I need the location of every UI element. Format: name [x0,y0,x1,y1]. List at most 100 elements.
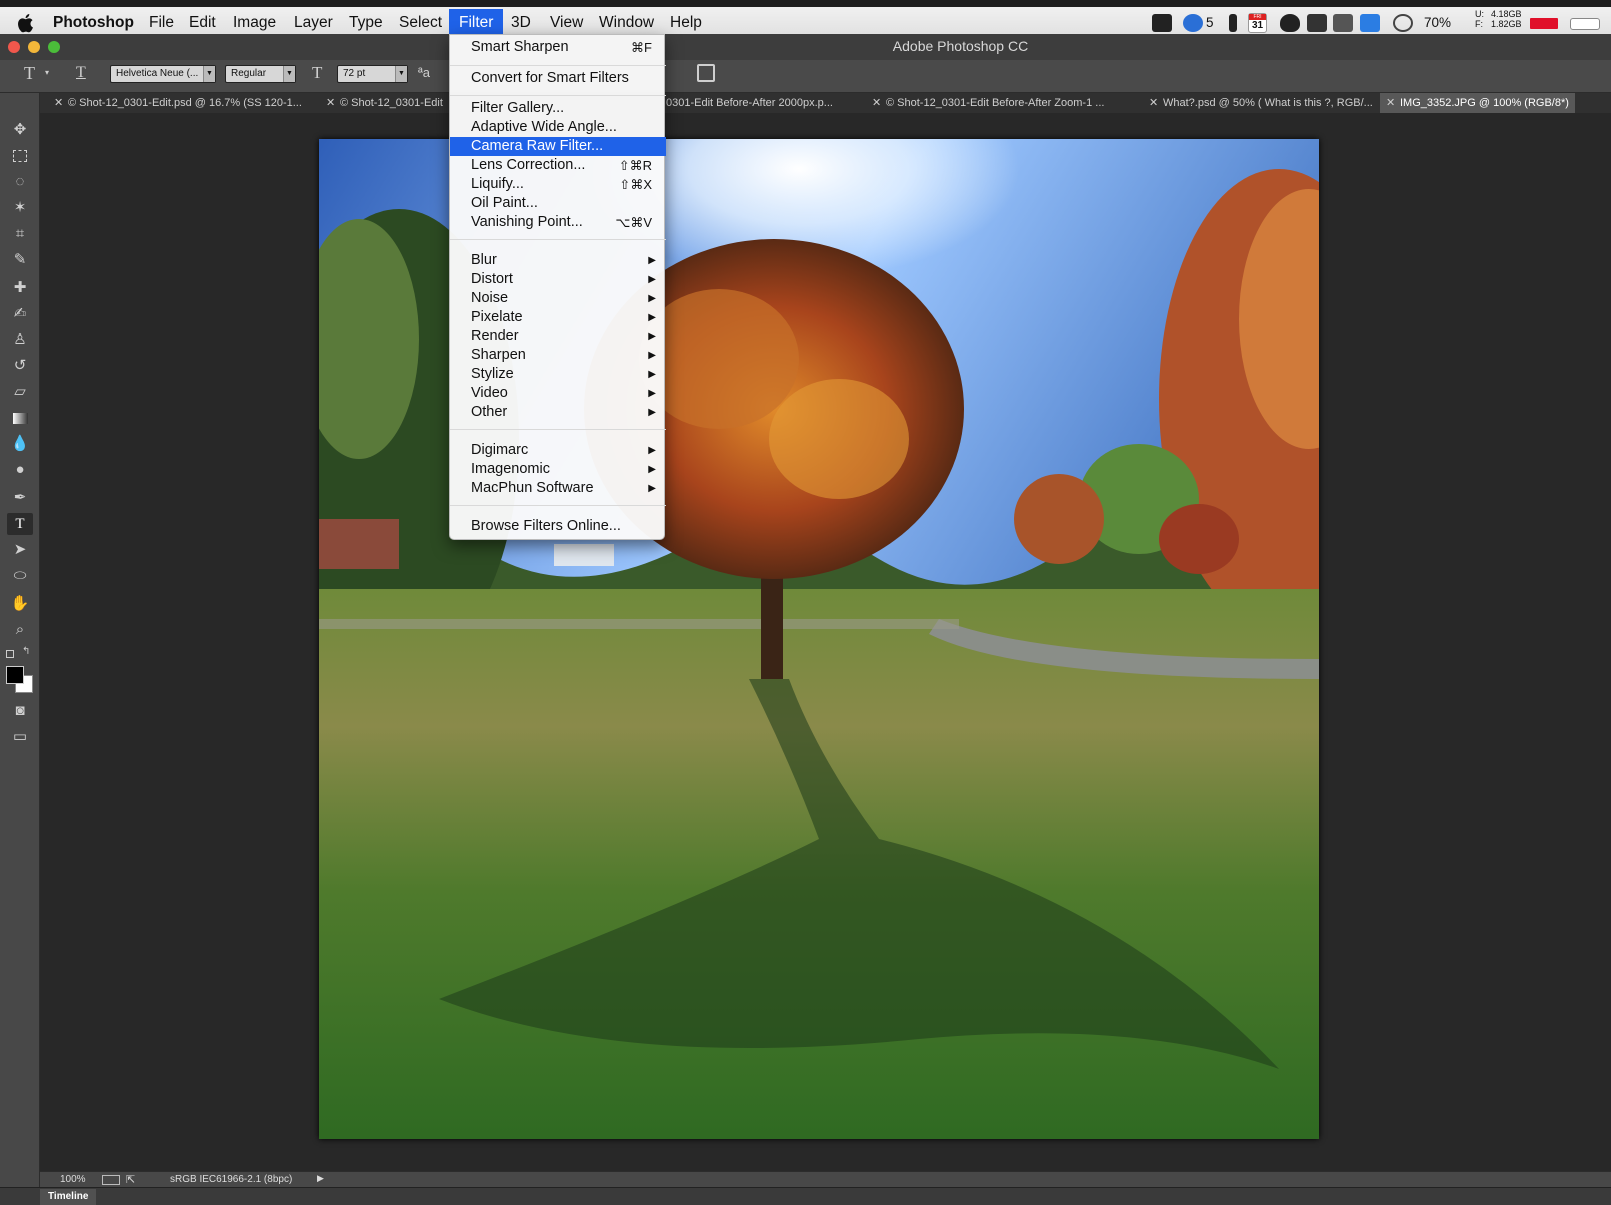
eraser-tool-icon[interactable]: ▱ [7,381,33,403]
menu-select[interactable]: Select [389,9,452,37]
text-orientation-icon[interactable]: T [76,62,86,84]
creative-cloud-icon[interactable] [1183,14,1203,32]
menu-item-imagenomic[interactable]: Imagenomic ▶ [450,460,666,479]
menu-file[interactable]: File [139,9,184,37]
font-family-select[interactable]: Helvetica Neue (... ▼ [110,65,216,83]
blur-tool-icon[interactable]: 💧 [7,433,33,455]
pen-tool-icon[interactable]: ✒ [7,487,33,509]
clone-stamp-tool-icon[interactable]: ♙ [7,329,33,351]
doc-tab-5[interactable]: ✕ What?.psd @ 50% ( What is this ?, RGB/… [1143,93,1380,113]
evernote-icon[interactable] [1307,14,1327,32]
move-tool-icon[interactable]: ✥ [7,119,33,141]
menu-item-filter-gallery[interactable]: Filter Gallery... [450,99,666,118]
menu-item-label: Video [471,385,508,401]
anti-alias-icon[interactable]: ªa [418,62,430,84]
menu-item-noise[interactable]: Noise ▶ [450,289,666,308]
ellipse-tool-icon[interactable]: ⬭ [7,565,33,587]
menu-item-blur[interactable]: Blur ▶ [450,251,666,270]
flashlight-icon[interactable] [1229,14,1237,32]
menu-3d[interactable]: 3D [501,9,541,37]
memory-meter-icon[interactable] [1530,18,1558,29]
menu-item-distort[interactable]: Distort ▶ [450,270,666,289]
doc-tab-1[interactable]: ✕ © Shot-12_0301-Edit.psd @ 16.7% (SS 12… [48,93,320,113]
menu-edit[interactable]: Edit [179,9,226,37]
menu-separator [450,95,666,96]
menubar-app-icon[interactable] [1152,14,1172,32]
menu-filter[interactable]: Filter [449,9,503,37]
menu-view[interactable]: View [540,9,593,37]
doc-tab-2[interactable]: ✕ © Shot-12_0301-Edit [320,93,449,113]
menu-separator [450,65,666,66]
menu-item-macphun-software[interactable]: MacPhun Software ▶ [450,479,666,498]
status-view-icon[interactable] [102,1175,120,1185]
close-tab-icon[interactable]: ✕ [1386,93,1395,113]
menu-item-digimarc[interactable]: Digimarc ▶ [450,441,666,460]
menu-photoshop[interactable]: Photoshop [43,9,144,37]
menu-item-other[interactable]: Other ▶ [450,403,666,422]
swap-colors-icon[interactable]: ↰ [22,646,30,657]
menu-item-camera-raw-filter[interactable]: Camera Raw Filter... [450,137,666,156]
close-tab-icon[interactable]: ✕ [326,93,335,113]
eyedropper-tool-icon[interactable]: ✎ [7,249,33,271]
menu-item-video[interactable]: Video ▶ [450,384,666,403]
menu-item-adaptive-wide-angle[interactable]: Adaptive Wide Angle... [450,118,666,137]
font-size-select[interactable]: 72 pt ▼ [337,65,408,83]
chat-icon[interactable] [1393,14,1413,32]
doc-tab-4[interactable]: ✕ © Shot-12_0301-Edit Before-After Zoom-… [866,93,1143,113]
zoom-tool-icon[interactable]: ⌕ [7,619,33,641]
quick-mask-icon[interactable]: ◙ [7,700,33,722]
marquee-tool-icon[interactable] [7,145,33,167]
menu-item-sharpen[interactable]: Sharpen ▶ [450,346,666,365]
menu-layer[interactable]: Layer [284,9,343,37]
menu-item-convert-smart-filters[interactable]: Convert for Smart Filters [450,69,666,88]
close-tab-icon[interactable]: ✕ [54,93,63,113]
magic-wand-tool-icon[interactable]: ✶ [7,197,33,219]
dodge-tool-icon[interactable]: ● [7,459,33,481]
crop-tool-icon[interactable]: ⌗ [7,223,33,245]
menu-image[interactable]: Image [223,9,286,37]
healing-brush-tool-icon[interactable]: ✚ [7,277,33,299]
menu-item-browse-filters-online[interactable]: Browse Filters Online... [450,517,666,536]
font-style-select[interactable]: Regular ▼ [225,65,296,83]
menu-item-label: Vanishing Point... [471,214,583,230]
doc-tab-active[interactable]: ✕ IMG_3352.JPG @ 100% (RGB/8*) [1380,93,1575,113]
menu-item-smart-sharpen[interactable]: Smart Sharpen ⌘F [450,38,666,57]
cloud-icon[interactable] [1280,14,1300,32]
character-panel-icon[interactable] [697,64,715,82]
menu-item-render[interactable]: Render ▶ [450,327,666,346]
menu-item-lens-correction[interactable]: Lens Correction... ⇧⌘R [450,156,666,175]
default-colors-icon[interactable] [6,650,14,658]
chevron-down-icon[interactable]: ▾ [45,62,49,84]
menu-item-stylize[interactable]: Stylize ▶ [450,365,666,384]
menu-item-vanishing-point[interactable]: Vanishing Point... ⌥⌘V [450,213,666,232]
menu-type[interactable]: Type [339,9,393,37]
menu-item-pixelate[interactable]: Pixelate ▶ [450,308,666,327]
wifi-icon[interactable] [1333,14,1353,32]
menu-item-oil-paint[interactable]: Oil Paint... [450,194,666,213]
close-tab-icon[interactable]: ✕ [872,93,881,113]
path-selection-tool-icon[interactable]: ➤ [7,539,33,561]
screen-mode-icon[interactable]: ▭ [7,726,33,748]
history-brush-tool-icon[interactable]: ↺ [7,355,33,377]
zoom-level[interactable]: 100% [60,1174,86,1185]
menu-item-liquify[interactable]: Liquify... ⇧⌘X [450,175,666,194]
gradient-tool-icon[interactable] [7,407,33,429]
status-menu-arrow-icon[interactable]: ▶ [317,1173,324,1184]
doc-tab-3[interactable]: 0301-Edit Before-After 2000px.p... [646,93,868,113]
foreground-color-swatch[interactable] [6,666,24,684]
calendar-icon[interactable]: FRI 31 [1248,13,1267,33]
share-icon[interactable]: ⇱ [126,1173,135,1186]
dropbox-icon[interactable] [1360,14,1380,32]
type-tool-icon[interactable]: T [7,513,33,535]
menu-separator [450,429,666,430]
brush-tool-icon[interactable]: ✍ [7,303,33,325]
lasso-tool-icon[interactable]: ◌ [7,171,33,193]
close-tab-icon[interactable]: ✕ [1149,93,1158,113]
timeline-tab[interactable]: Timeline [40,1189,96,1205]
menu-window[interactable]: Window [589,9,664,37]
battery-icon[interactable] [1570,18,1600,30]
hand-tool-icon[interactable]: ✋ [7,593,33,615]
menu-help[interactable]: Help [660,9,712,37]
type-tool-preset-icon[interactable]: T [24,62,35,84]
apple-icon[interactable] [16,12,36,34]
